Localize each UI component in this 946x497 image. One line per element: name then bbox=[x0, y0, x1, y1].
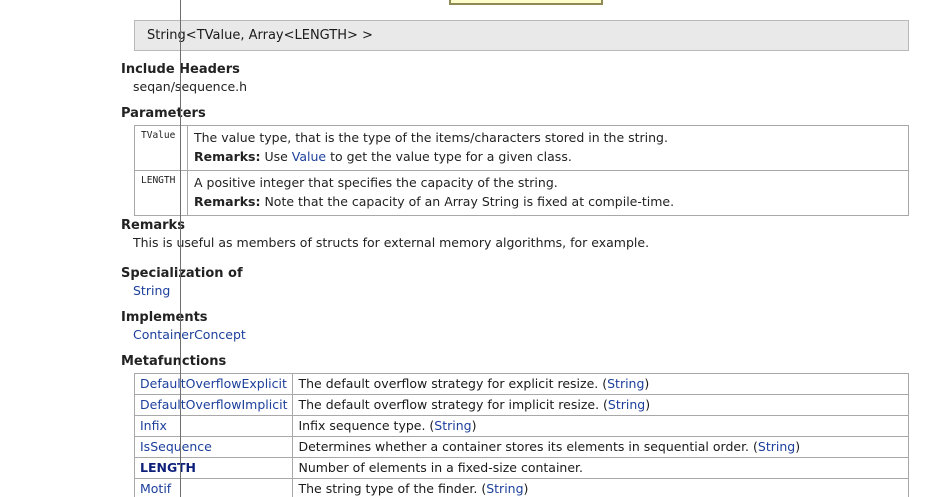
table-row: DefaultOverflowExplicit The default over… bbox=[133, 373, 909, 395]
metafunction-link[interactable]: Infix bbox=[140, 418, 167, 433]
metafunction-link[interactable]: IsSequence bbox=[140, 439, 212, 454]
metafunction-desc-cell: Determines whether a container stores it… bbox=[292, 436, 909, 458]
string-link[interactable]: String bbox=[758, 439, 795, 454]
remarks-text: Use bbox=[260, 149, 292, 164]
metafunction-desc-cell: Number of elements in a fixed-size conta… bbox=[292, 457, 909, 479]
paren: ) bbox=[523, 481, 529, 496]
include-headers-value: seqan/sequence.h bbox=[133, 79, 248, 94]
metafunction-name-cell: LENGTH bbox=[133, 457, 294, 479]
metafunction-desc: Determines whether a container stores it… bbox=[298, 439, 758, 454]
value-link[interactable]: Value bbox=[292, 149, 326, 164]
metafunction-link[interactable]: DefaultOverflowExplicit bbox=[140, 376, 287, 391]
remarks-text: Note that the capacity of an Array Strin… bbox=[260, 194, 675, 209]
metafunction-name-cell: Infix bbox=[133, 415, 294, 437]
string-link[interactable]: String bbox=[608, 397, 645, 412]
metafunction-desc-cell: The default overflow strategy for implic… bbox=[292, 394, 909, 416]
remarks-text: to get the value type for a given class. bbox=[326, 149, 572, 164]
string-link[interactable]: String bbox=[607, 376, 644, 391]
documentation-page: String<TValue, Array<LENGTH> > Include H… bbox=[0, 0, 946, 497]
param-desc-text: A positive integer that specifies the ca… bbox=[194, 175, 558, 190]
metafunction-link[interactable]: Motif bbox=[140, 481, 171, 496]
remarks-label: Remarks: bbox=[194, 149, 261, 164]
highlight-box bbox=[449, 0, 603, 5]
table-row: DefaultOverflowImplicit The default over… bbox=[133, 394, 909, 416]
metafunction-name-cell: DefaultOverflowExplicit bbox=[133, 373, 294, 395]
metafunction-desc-cell: The default overflow strategy for explic… bbox=[292, 373, 909, 395]
string-link[interactable]: String bbox=[434, 418, 471, 433]
param-description: A positive integer that specifies the ca… bbox=[187, 170, 909, 216]
table-row: LENGTH A positive integer that specifies… bbox=[134, 170, 909, 216]
signature-box: String<TValue, Array<LENGTH> > bbox=[134, 20, 909, 51]
vertical-guide-line bbox=[180, 0, 181, 497]
remarks-label: Remarks: bbox=[194, 194, 261, 209]
metafunctions-table: DefaultOverflowExplicit The default over… bbox=[133, 373, 909, 497]
paren: ) bbox=[645, 397, 651, 412]
specialization-heading: Specialization of bbox=[121, 266, 243, 281]
metafunction-link[interactable]: LENGTH bbox=[140, 460, 196, 475]
metafunction-link[interactable]: DefaultOverflowImplicit bbox=[140, 397, 287, 412]
metafunctions-heading: Metafunctions bbox=[121, 354, 227, 369]
metafunction-desc: Infix sequence type. ( bbox=[298, 418, 435, 433]
metafunction-name-cell: Motif bbox=[133, 478, 294, 497]
metafunction-desc: Number of elements in a fixed-size conta… bbox=[298, 460, 584, 475]
paren: ) bbox=[795, 439, 801, 454]
table-row: IsSequence Determines whether a containe… bbox=[133, 436, 909, 458]
param-remarks: Remarks: Note that the capacity of an Ar… bbox=[194, 192, 903, 211]
metafunction-desc-cell: Infix sequence type. (String) bbox=[292, 415, 909, 437]
table-row: Infix Infix sequence type. (String) bbox=[133, 415, 909, 437]
metafunction-name-cell: IsSequence bbox=[133, 436, 294, 458]
parameters-table: TValue The value type, that is the type … bbox=[134, 125, 909, 216]
table-row: TValue The value type, that is the type … bbox=[134, 125, 909, 171]
remarks-body: This is useful as members of structs for… bbox=[133, 235, 650, 250]
metafunction-desc-cell: The string type of the finder. (String) bbox=[292, 478, 909, 497]
container-concept-link[interactable]: ContainerConcept bbox=[133, 327, 246, 342]
implements-heading: Implements bbox=[121, 310, 208, 325]
string-link[interactable]: String bbox=[133, 283, 170, 298]
table-row: LENGTH Number of elements in a fixed-siz… bbox=[133, 457, 909, 479]
string-link[interactable]: String bbox=[486, 481, 523, 496]
param-description: The value type, that is the type of the … bbox=[187, 125, 909, 171]
paren: ) bbox=[644, 376, 650, 391]
table-row: Motif The string type of the finder. (St… bbox=[133, 478, 909, 497]
paren: ) bbox=[471, 418, 477, 433]
metafunction-desc: The default overflow strategy for explic… bbox=[298, 376, 608, 391]
remarks-heading: Remarks bbox=[121, 218, 185, 233]
param-desc-text: The value type, that is the type of the … bbox=[194, 130, 668, 145]
metafunction-desc: The default overflow strategy for implic… bbox=[298, 397, 608, 412]
param-remarks: Remarks: Use Value to get the value type… bbox=[194, 147, 903, 166]
metafunction-name-cell: DefaultOverflowImplicit bbox=[133, 394, 294, 416]
parameters-heading: Parameters bbox=[121, 106, 206, 121]
metafunction-desc: The string type of the finder. ( bbox=[298, 481, 487, 496]
